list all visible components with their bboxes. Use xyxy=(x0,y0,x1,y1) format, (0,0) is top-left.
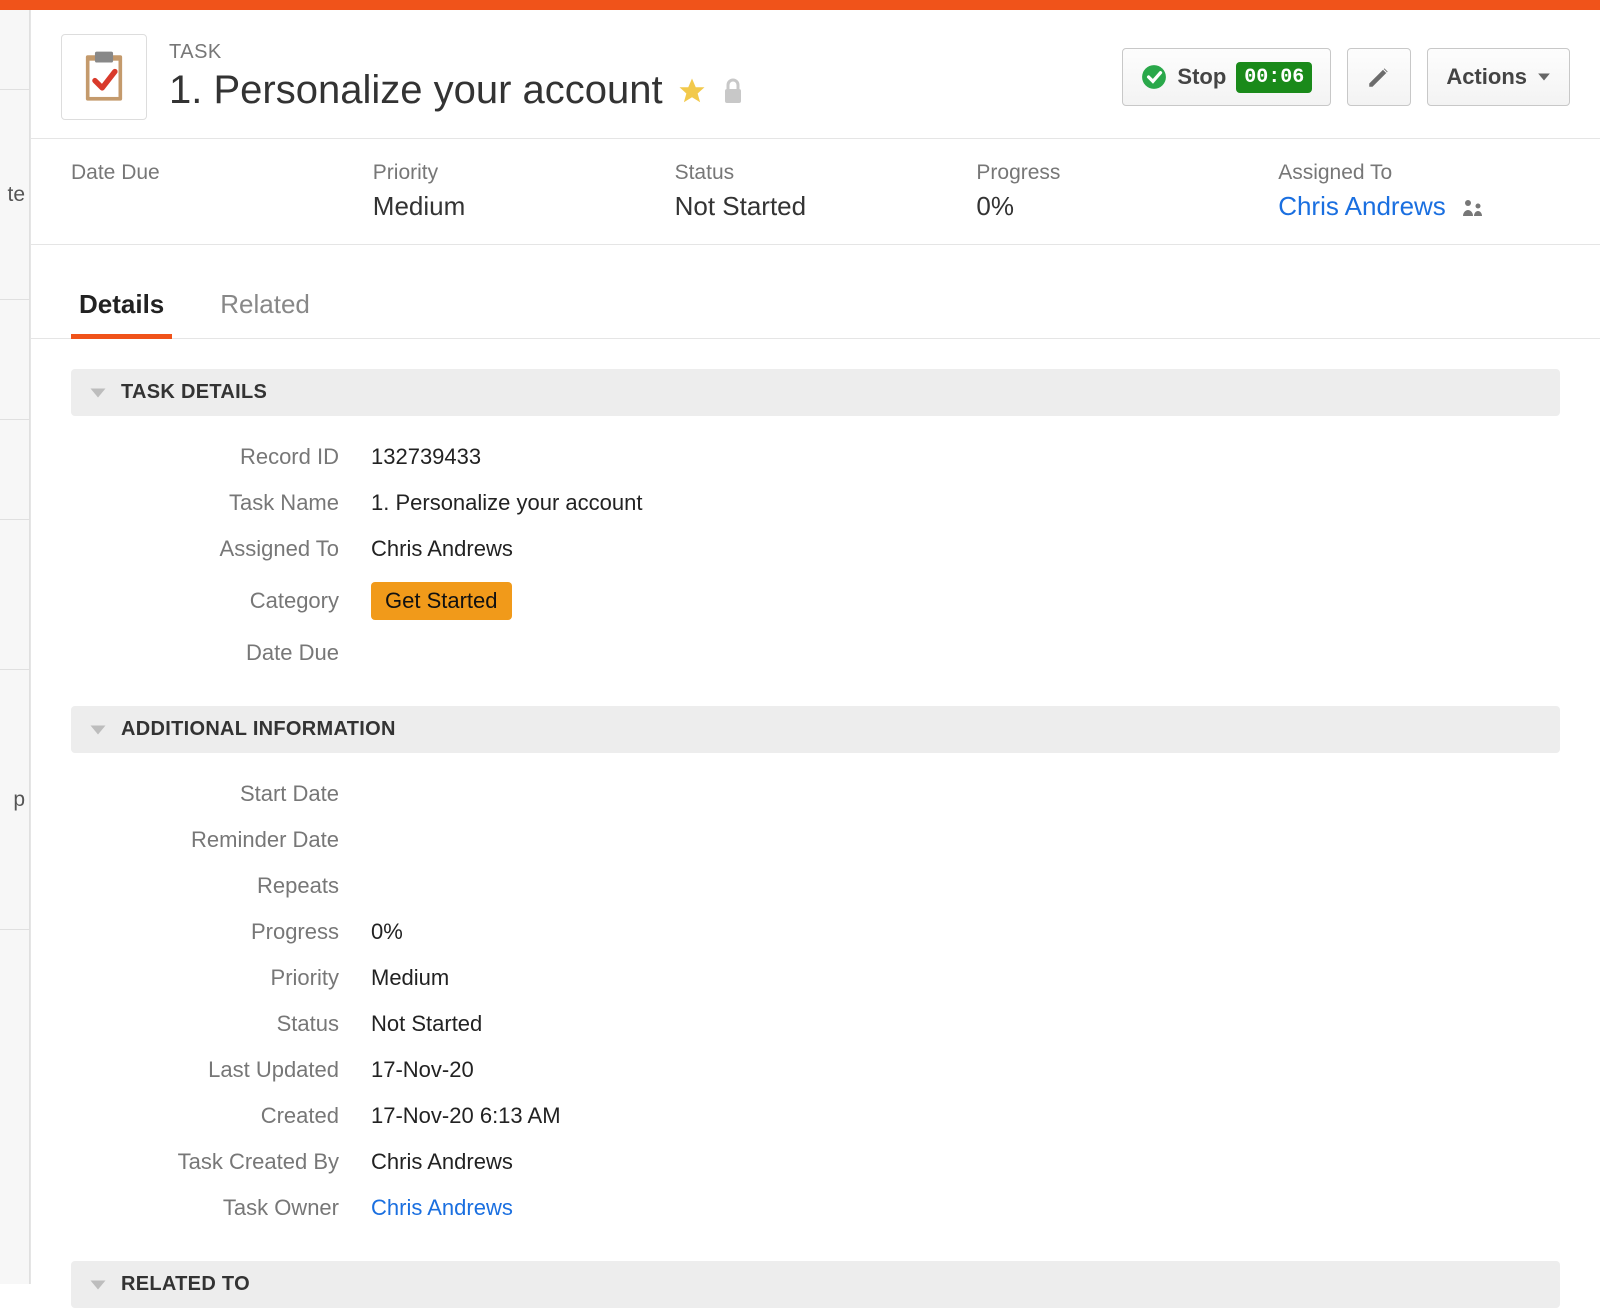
field-value: 1. Personalize your account xyxy=(371,490,643,516)
task-panel: TASK 1. Personalize your account Stop xyxy=(30,10,1600,1284)
summary-value: 0% xyxy=(976,191,1258,222)
field-value: Chris Andrews xyxy=(371,536,513,562)
summary-value: Medium xyxy=(373,191,655,222)
field-label: Progress xyxy=(71,919,371,945)
summary-label: Progress xyxy=(976,161,1258,185)
field-label: Priority xyxy=(71,965,371,991)
field-value: 17-Nov-20 xyxy=(371,1057,474,1083)
tab-related[interactable]: Related xyxy=(212,275,318,339)
field-row: Created17-Nov-20 6:13 AM xyxy=(71,1093,1560,1139)
field-row: Task Name1. Personalize your account xyxy=(71,480,1560,526)
field-row: StatusNot Started xyxy=(71,1001,1560,1047)
edit-button[interactable] xyxy=(1347,48,1411,106)
actions-button[interactable]: Actions xyxy=(1427,48,1570,106)
actions-label: Actions xyxy=(1446,64,1527,90)
lock-icon[interactable] xyxy=(721,77,745,105)
summary-label: Date Due xyxy=(71,161,353,185)
section-title: ADDITIONAL INFORMATION xyxy=(121,718,396,741)
chevron-down-icon xyxy=(1537,70,1551,84)
sidebar-stub-row: te xyxy=(0,90,29,300)
field-row: Record ID132739433 xyxy=(71,434,1560,480)
field-label: Assigned To xyxy=(71,536,371,562)
field-value: 132739433 xyxy=(371,444,481,470)
summary-label: Status xyxy=(675,161,957,185)
field-label: Date Due xyxy=(71,640,371,666)
summary-date-due: Date Due xyxy=(71,161,353,222)
stop-timer-button[interactable]: Stop 00:06 xyxy=(1122,48,1331,106)
field-label: Task Name xyxy=(71,490,371,516)
field-row: Last Updated17-Nov-20 xyxy=(71,1047,1560,1093)
field-label: Task Created By xyxy=(71,1149,371,1175)
task-title: 1. Personalize your account xyxy=(169,68,663,113)
field-label: Record ID xyxy=(71,444,371,470)
field-label: Start Date xyxy=(71,781,371,807)
summary-assigned: Assigned To Chris Andrews xyxy=(1278,161,1560,222)
field-row: Date Due xyxy=(71,630,1560,676)
field-label: Created xyxy=(71,1103,371,1129)
field-label: Last Updated xyxy=(71,1057,371,1083)
pencil-icon xyxy=(1366,64,1392,90)
field-label: Category xyxy=(71,588,371,614)
sidebar-stub-row xyxy=(0,520,29,670)
task-header: TASK 1. Personalize your account Stop xyxy=(31,10,1600,139)
field-row: Assigned ToChris Andrews xyxy=(71,526,1560,572)
stop-label: Stop xyxy=(1177,64,1226,90)
assigned-to-link[interactable]: Chris Andrews xyxy=(1278,191,1446,221)
field-value: Chris Andrews xyxy=(371,1149,513,1175)
summary-priority: Priority Medium xyxy=(373,161,655,222)
task-type-label: TASK xyxy=(169,41,1122,64)
field-row: Repeats xyxy=(71,863,1560,909)
chevron-down-icon xyxy=(89,721,107,739)
tabs: Details Related xyxy=(31,275,1600,339)
field-row: Reminder Date xyxy=(71,817,1560,863)
field-row: CategoryGet Started xyxy=(71,572,1560,630)
summary-label: Priority xyxy=(373,161,655,185)
field-row: Progress0% xyxy=(71,909,1560,955)
field-row: PriorityMedium xyxy=(71,955,1560,1001)
additional-info-fields: Start Date Reminder Date Repeats Progress0%… xyxy=(71,771,1560,1231)
field-value: Medium xyxy=(371,965,449,991)
field-value: Not Started xyxy=(371,1011,482,1037)
clipboard-check-icon xyxy=(75,48,133,106)
section-additional-info[interactable]: ADDITIONAL INFORMATION xyxy=(71,706,1560,753)
field-row: Task Created ByChris Andrews xyxy=(71,1139,1560,1185)
summary-value: Not Started xyxy=(675,191,957,222)
field-label: Task Owner xyxy=(71,1195,371,1221)
sidebar-stub-row xyxy=(0,10,29,90)
task-details-fields: Record ID132739433Task Name1. Personaliz… xyxy=(71,434,1560,676)
section-related-to[interactable]: RELATED TO xyxy=(71,1261,1560,1308)
field-label: Reminder Date xyxy=(71,827,371,853)
field-link[interactable]: Chris Andrews xyxy=(371,1195,513,1220)
chevron-down-icon xyxy=(89,1276,107,1294)
summary-label: Assigned To xyxy=(1278,161,1560,185)
field-value: Chris Andrews xyxy=(371,1195,513,1221)
sidebar-stub-row xyxy=(0,300,29,420)
chevron-down-icon xyxy=(89,384,107,402)
sidebar-stub-row xyxy=(0,420,29,520)
task-icon xyxy=(61,34,147,120)
field-label: Repeats xyxy=(71,873,371,899)
field-value: Get Started xyxy=(371,582,512,620)
field-label: Status xyxy=(71,1011,371,1037)
timer-check-icon xyxy=(1141,64,1167,90)
summary-progress: Progress 0% xyxy=(976,161,1258,222)
field-row: Task OwnerChris Andrews xyxy=(71,1185,1560,1231)
sidebar-collapsed: te p xyxy=(0,10,30,1284)
section-task-details[interactable]: TASK DETAILS xyxy=(71,369,1560,416)
sidebar-stub-row: p xyxy=(0,670,29,930)
summary-status: Status Not Started xyxy=(675,161,957,222)
people-icon[interactable] xyxy=(1461,198,1485,218)
field-row: Start Date xyxy=(71,771,1560,817)
field-value: 17-Nov-20 6:13 AM xyxy=(371,1103,561,1129)
task-summary: Date Due Priority Medium Status Not Star… xyxy=(31,139,1600,245)
timer-value: 00:06 xyxy=(1236,62,1312,93)
tab-details[interactable]: Details xyxy=(71,275,172,339)
category-chip[interactable]: Get Started xyxy=(371,582,512,620)
section-title: TASK DETAILS xyxy=(121,381,267,404)
field-value: 0% xyxy=(371,919,403,945)
section-title: RELATED TO xyxy=(121,1273,250,1296)
star-icon[interactable] xyxy=(677,76,707,106)
topbar-accent xyxy=(0,0,1600,10)
